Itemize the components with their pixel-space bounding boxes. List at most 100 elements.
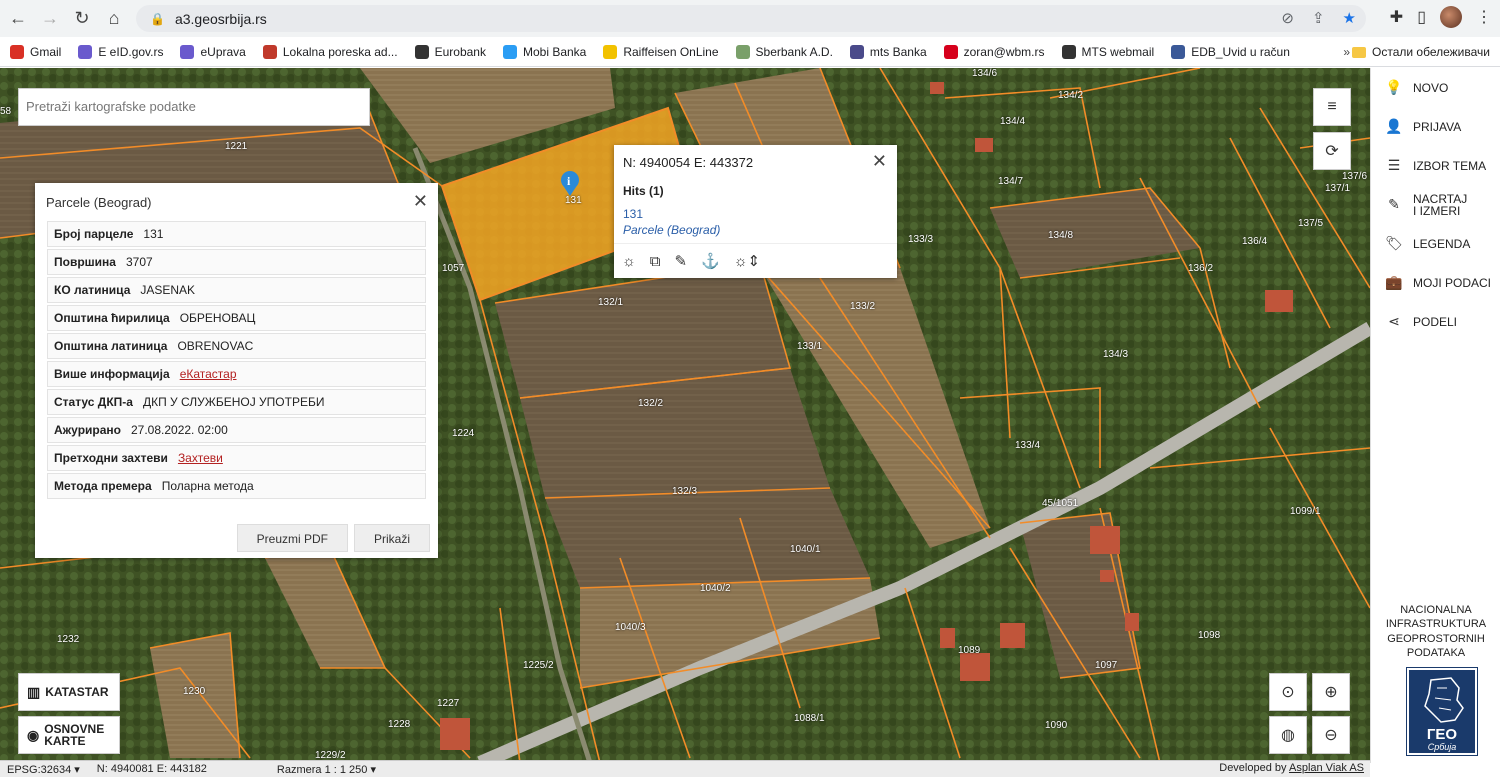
attribute-value: 3707 [125, 255, 153, 269]
layers-icon: ☰ [1387, 157, 1401, 173]
attribute-key: Општина ћирилица [54, 311, 170, 325]
parcel-label: 58 [0, 106, 12, 117]
download-pdf-button[interactable]: Preuzmi PDF [236, 524, 348, 552]
bookmark-item[interactable]: Eurobank [414, 44, 486, 59]
address-bar[interactable]: 🔒 a3.geosrbija.rs ⊘ ⇪ ★ [136, 5, 1366, 32]
sidebar-item-prijava[interactable]: 👤 PRIJAVA [1371, 107, 1500, 146]
bookmark-item[interactable]: Gmail [10, 44, 61, 59]
eye-off-icon[interactable]: ⊘ [1281, 9, 1294, 27]
sidebar-item-novo[interactable]: 💡 NOVO [1371, 68, 1500, 107]
bookmark-label: Sberbank A.D. [755, 44, 833, 59]
zoom-to-icon[interactable]: ⧉ [650, 253, 661, 270]
attribute-value: ДКП У СЛУЖБЕНОЈ УПОТРЕБИ [142, 395, 325, 409]
brightness-adjust-icon[interactable]: ☼⇕ [734, 252, 760, 270]
bookmark-label: mts Banka [869, 44, 927, 59]
bookmark-item[interactable]: mts Banka [849, 44, 927, 59]
bookmark-favicon-icon [1061, 44, 1076, 59]
bookmark-item[interactable]: eUprava [180, 44, 246, 59]
parcel-label: 137/5 [1298, 218, 1324, 229]
bookmark-favicon-icon [414, 44, 429, 59]
sidebar-item-label: MOJI PODACI [1413, 275, 1492, 290]
bookmark-favicon-icon [1171, 44, 1186, 59]
hit-layer-link[interactable]: Parcele (Beograd) [623, 223, 720, 237]
sidebar-item-izbor[interactable]: ☰ IZBOR TEMA [1371, 146, 1500, 185]
parcel-label: 134/8 [1048, 230, 1074, 241]
parcel-label: 1088/1 [794, 713, 825, 724]
katastar-button[interactable]: ▥ KATASTAR [18, 673, 120, 711]
status-bar: EPSG:32634 ▾ N: 4940081 E: 443182 Razmer… [0, 760, 1370, 777]
map-search-input[interactable]: Pretraži kartografske podatke [18, 88, 370, 126]
share-icon[interactable]: ⇪ [1312, 9, 1325, 27]
bookmark-item[interactable]: EDB_Uvid u račun [1171, 44, 1290, 59]
sidebar-item-nacrtaj[interactable]: ✎ NACRTAJ I IZMERI [1371, 185, 1500, 224]
bookmark-item[interactable]: Mobi Banka [502, 44, 586, 59]
attribute-key: Површина [54, 255, 116, 269]
close-icon[interactable]: ✕ [872, 151, 887, 172]
reload-icon[interactable]: ↻ [68, 5, 96, 33]
bookmark-favicon-icon [262, 44, 277, 59]
menu-icon[interactable]: ⋮ [1476, 7, 1492, 27]
bookmark-item[interactable]: E eID.gov.rs [78, 44, 163, 59]
star-icon[interactable]: ★ [1343, 9, 1356, 27]
bookmark-label: eUprava [200, 44, 246, 59]
hamburger-icon[interactable]: ≡ [1313, 88, 1351, 126]
sidebar-item-podeli[interactable]: ⋖ PODELI [1371, 302, 1500, 341]
scale-selector[interactable]: Razmera 1 : 1 250 ▾ [277, 763, 376, 776]
popup-toolbar: ☼ ⧉ ✎ ⚓ ☼⇕ [614, 243, 897, 278]
bookmarks-more-button[interactable]: » [1343, 45, 1350, 59]
parcel-label: 1099/1 [1290, 506, 1321, 517]
sidebar-item-moji[interactable]: 💼 MOJI PODACI [1371, 263, 1500, 302]
developer-credit: Developed by Asplan Viak AS [1219, 762, 1364, 774]
osnovne-karte-button[interactable]: ◉ OSNOVNE KARTE [18, 716, 120, 754]
parcel-label: 1224 [452, 428, 475, 439]
epsg-selector[interactable]: EPSG:32634 ▾ [7, 763, 80, 776]
lightbulb-icon: 💡 [1385, 79, 1403, 95]
close-icon[interactable]: ✕ [413, 191, 428, 212]
measure-icon[interactable]: ✎ [674, 252, 687, 270]
briefcase-icon: 💼 [1385, 274, 1403, 290]
back-icon[interactable]: ← [4, 5, 32, 33]
zoom-in-button[interactable]: ⊕ [1312, 673, 1350, 711]
extensions-icon[interactable]: ✚ [1390, 7, 1403, 27]
attribute-row: Метода премера Поларна метода [47, 473, 426, 499]
anchor-icon[interactable]: ⚓ [701, 252, 720, 270]
attribute-row: Претходни захтеви Захтеви [47, 445, 426, 471]
parcel-label: 134/3 [1103, 349, 1129, 360]
globe-icon[interactable]: ◍ [1269, 716, 1307, 754]
attribute-row: Број парцеле 131 [47, 221, 426, 247]
map-canvas[interactable]: i 1221 131 1057 132/1 132/2 132/3 133/1 133/2 13… [0, 68, 1370, 763]
attribute-value: ОБРЕНОВАЦ [179, 311, 256, 325]
bookmark-item[interactable]: Sberbank A.D. [735, 44, 833, 59]
globe-icon: ◉ [27, 727, 40, 743]
bookmarks-bar: Gmail E eID.gov.rs eUprava Lokalna poreska … [0, 37, 1500, 67]
highlight-icon[interactable]: ☼ [622, 253, 636, 270]
bookmark-item[interactable]: zoran@wbm.rs [943, 44, 1045, 59]
refresh-icon[interactable]: ⟳ [1313, 132, 1351, 170]
attribute-link[interactable]: Захтеви [178, 451, 223, 465]
other-bookmarks-label: Остали обележивачи [1372, 45, 1490, 59]
zoom-out-button[interactable]: ⊖ [1312, 716, 1350, 754]
locate-icon[interactable]: ⊙ [1269, 673, 1307, 711]
bookmark-favicon-icon [502, 44, 517, 59]
home-icon[interactable]: ⌂ [100, 5, 128, 33]
bookmark-item[interactable]: MTS webmail [1061, 44, 1154, 59]
parcel-label: 137/6 [1342, 171, 1368, 182]
bookmark-item[interactable]: Raiffeisen OnLine [603, 44, 719, 59]
attribute-value: JASENAK [140, 283, 196, 297]
avatar[interactable] [1440, 6, 1462, 28]
sidepanel-icon[interactable]: ▯ [1417, 7, 1426, 27]
forward-icon[interactable]: → [36, 5, 64, 33]
hit-link[interactable]: 131 [623, 207, 643, 221]
other-bookmarks-folder[interactable]: Остали обележивачи [1352, 45, 1490, 59]
parcel-label: 133/3 [908, 234, 934, 245]
sidebar-item-legenda[interactable]: 🏷 LEGENDA [1371, 224, 1500, 263]
show-button[interactable]: Prikaži [353, 524, 430, 552]
identify-popup: N: 4940054 E: 443372 ✕ Hits (1) 131 Parc… [614, 145, 897, 278]
attribute-value: 27.08.2022. 02:00 [130, 423, 228, 437]
attribute-link[interactable]: еКатастар [180, 367, 237, 381]
geosrbija-logo[interactable]: ГЕО Србија [1406, 667, 1478, 756]
bookmark-item[interactable]: Lokalna poreska ad... [262, 44, 398, 59]
share-icon: ⋖ [1388, 313, 1400, 329]
bookmark-favicon-icon [849, 44, 864, 59]
developer-link[interactable]: Asplan Viak AS [1289, 762, 1364, 774]
